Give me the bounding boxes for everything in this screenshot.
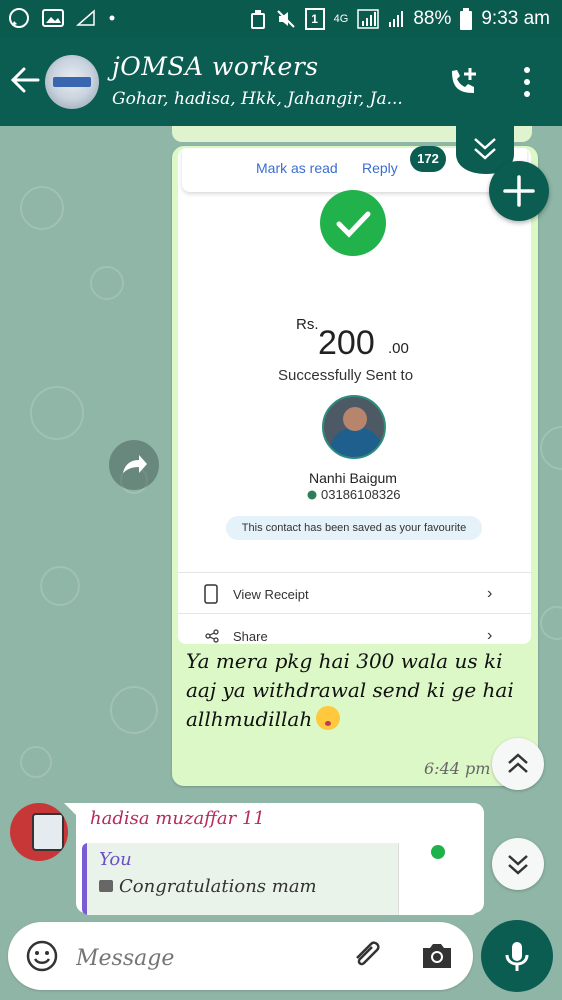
recycle-icon [250, 10, 265, 29]
favourite-note: This contact has been saved as your favo… [226, 516, 482, 540]
quote-author: You [99, 849, 132, 870]
battery-icon [460, 8, 473, 30]
incoming-message-bubble[interactable]: hadisa muzaffar 11 You Congratulations m… [64, 803, 484, 915]
currency-label: Rs. [296, 316, 319, 333]
group-members[interactable]: Gohar, hadisa, Hkk, Jahangir, Ja... [112, 89, 432, 109]
message-input[interactable] [74, 940, 338, 976]
camera-icon[interactable] [420, 940, 454, 972]
chat-header: jOMSA workers Gohar, hadisa, Hkk, Jahang… [0, 38, 562, 126]
quote-thumbnail [398, 843, 477, 915]
chevron-right-icon-2: › [487, 627, 493, 644]
no-signal-icon [76, 9, 95, 26]
group-title[interactable]: jOMSA workers [112, 52, 319, 81]
arrow-left-icon[interactable] [8, 63, 42, 97]
message-time: 6:44 pm [424, 759, 491, 778]
mute-icon [276, 10, 295, 28]
view-receipt-button[interactable]: View Receipt [233, 587, 309, 602]
amount-decimals: .00 [388, 340, 409, 357]
mark-as-read-button[interactable]: Mark as read [256, 160, 338, 176]
reply-button[interactable]: Reply [362, 160, 398, 176]
mic-icon [505, 942, 529, 971]
quoted-message[interactable]: You Congratulations mam [82, 843, 477, 915]
dot-icon [109, 15, 115, 21]
chevron-double-up-icon [508, 753, 528, 773]
chevron-double-down-icon-2 [508, 855, 528, 875]
network-type: 4G [333, 13, 349, 25]
status-text: Successfully Sent to [278, 367, 414, 384]
outgoing-message-text: Ya mera pkg hai 300 wala us ki aaj ya wi… [186, 649, 514, 731]
add-button[interactable] [489, 161, 549, 221]
recipient-name: Nanhi Baigum [309, 470, 397, 486]
sender-name[interactable]: hadisa muzaffar 11 [90, 808, 265, 829]
unread-count-badge: 172 [410, 146, 446, 172]
receipt-divider [178, 572, 531, 573]
receipt-divider-2 [178, 613, 531, 614]
sim-badge: 1 [304, 8, 325, 30]
battery-percent: 88% [413, 8, 452, 29]
status-bar: 1 4G 88% 9:33 am [0, 0, 562, 38]
quote-text: Congratulations mam [99, 876, 317, 897]
recipient-photo [322, 395, 386, 459]
mic-button[interactable] [481, 920, 553, 992]
status-right-icons: 1 4G 88% 9:33 am [249, 8, 550, 30]
kiss-emoji-icon [316, 706, 341, 730]
kebab-menu-icon[interactable] [519, 66, 535, 98]
signal-icon-2 [389, 11, 404, 27]
image-icon [42, 9, 64, 27]
paperclip-icon[interactable] [350, 939, 384, 973]
plus-icon [503, 175, 535, 207]
emoji-icon[interactable] [26, 940, 58, 972]
amount-value: 200 [318, 324, 375, 362]
success-check-icon [320, 190, 386, 256]
share-button[interactable]: Share [233, 629, 268, 644]
forward-icon [123, 455, 147, 473]
sender-avatar[interactable] [10, 803, 68, 861]
chevron-right-icon: › [487, 585, 493, 602]
message-composer [8, 922, 473, 990]
group-avatar[interactable] [45, 55, 99, 109]
scroll-up-button[interactable] [492, 738, 544, 790]
scroll-down-button[interactable] [492, 838, 544, 890]
status-left-icons [8, 7, 116, 29]
status-time: 9:33 am [481, 8, 550, 29]
forward-button[interactable] [109, 440, 159, 490]
recipient-phone: 03186108326 [307, 487, 401, 502]
image-icon [99, 880, 113, 892]
receipt-icon [204, 584, 218, 604]
whatsapp-icon [9, 8, 29, 28]
call-add-icon[interactable] [446, 65, 480, 99]
share-icon [205, 629, 219, 643]
signal-icon [357, 9, 380, 29]
wallet-icon [307, 490, 317, 500]
